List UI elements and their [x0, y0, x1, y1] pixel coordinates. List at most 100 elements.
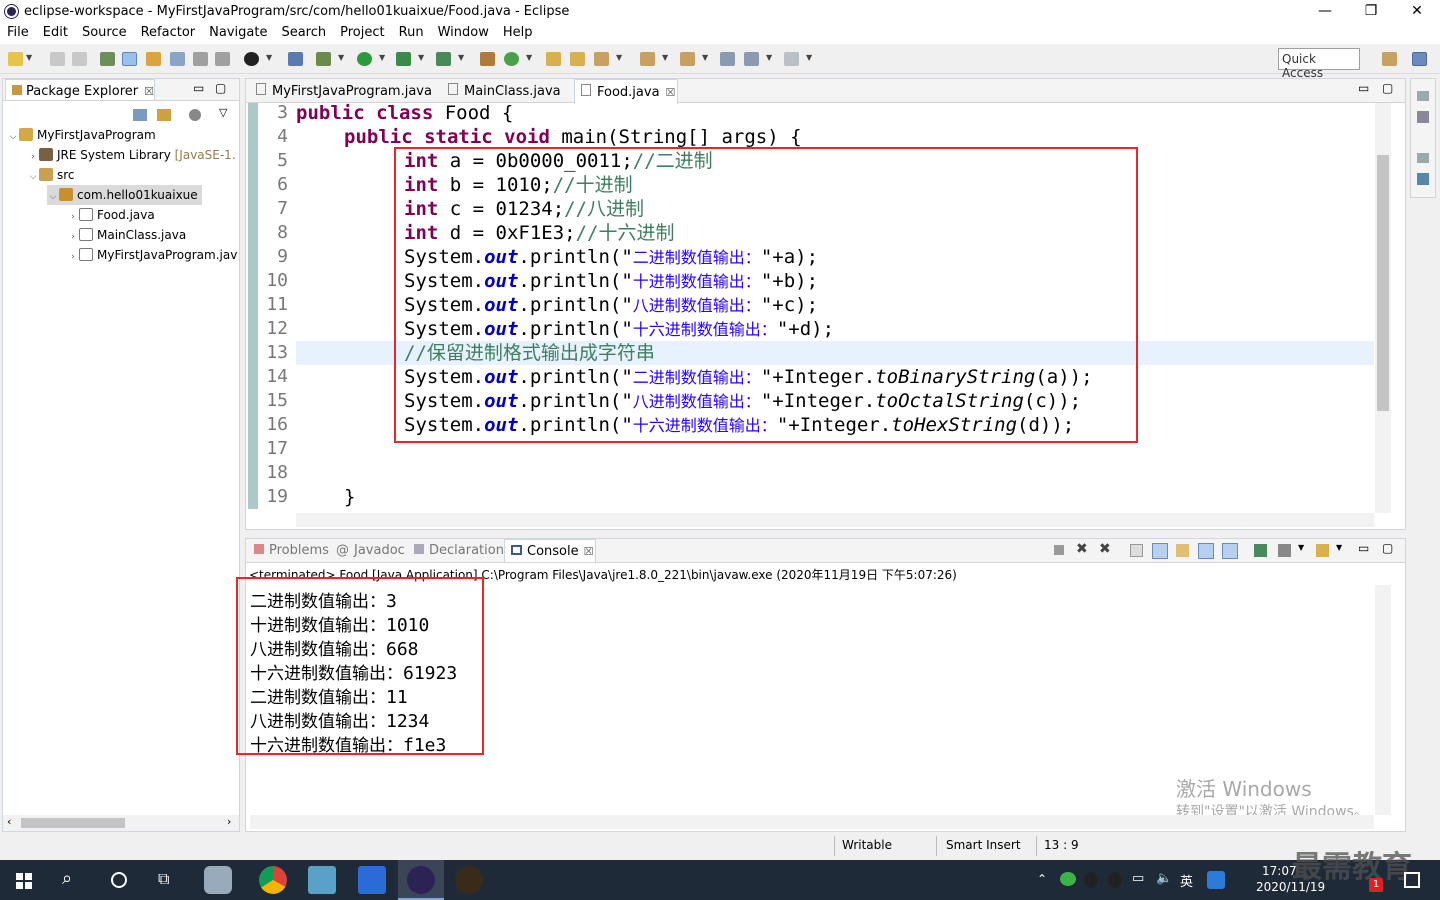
scroll-lock-icon[interactable]	[1152, 543, 1168, 559]
last-edit-icon[interactable]	[720, 52, 735, 66]
tree-item-src[interactable]: ⌵ src	[27, 165, 75, 185]
chevron-right-icon[interactable]: ›	[67, 227, 79, 247]
word-wrap-icon[interactable]	[1176, 544, 1189, 557]
open-perspective-icon[interactable]	[1382, 52, 1397, 66]
chevron-right-icon[interactable]: ›	[67, 207, 79, 227]
scrollbar-thumb[interactable]	[1377, 155, 1389, 411]
remove-launch-icon[interactable]: ✖	[1076, 541, 1088, 557]
chevron-down-icon[interactable]: ▼	[766, 53, 772, 62]
menu-source[interactable]: Source	[75, 24, 134, 40]
tab-console[interactable]: Console ☒	[504, 539, 596, 562]
chrome-icon[interactable]	[259, 866, 287, 894]
menu-window[interactable]: Window	[431, 24, 496, 40]
menu-project[interactable]: Project	[333, 24, 391, 40]
horizontal-scrollbar[interactable]	[250, 815, 1374, 829]
chevron-down-icon[interactable]: ▼	[418, 53, 424, 62]
task-view-icon[interactable]: ⧉	[158, 869, 169, 889]
next-annotation-icon[interactable]	[640, 52, 655, 66]
chevron-down-icon[interactable]: ▼	[1336, 543, 1342, 552]
open-folder-icon[interactable]	[570, 52, 585, 66]
chevron-down-icon[interactable]: ▼	[1298, 543, 1304, 552]
ime-icon[interactable]	[1207, 871, 1225, 889]
chevron-down-icon[interactable]: ▼	[662, 53, 668, 62]
horizontal-scrollbar[interactable]	[296, 513, 1374, 527]
menu-edit[interactable]: Edit	[36, 24, 75, 40]
app-icon[interactable]	[204, 866, 232, 894]
collapse-all-icon[interactable]	[133, 109, 147, 121]
restore-icon[interactable]	[1417, 91, 1429, 101]
menu-run[interactable]: Run	[392, 24, 431, 40]
maximize-view-icon[interactable]: ▢	[1382, 81, 1393, 95]
chevron-right-icon[interactable]: ›	[227, 815, 231, 828]
volume-icon[interactable]: 🔈	[1156, 871, 1172, 886]
back-icon[interactable]	[744, 52, 759, 66]
chevron-right-icon[interactable]: ›	[67, 247, 79, 267]
profile-icon[interactable]	[244, 52, 259, 66]
qq-icon[interactable]	[1084, 872, 1098, 888]
vertical-scrollbar[interactable]	[1375, 585, 1391, 815]
prev-annotation-icon[interactable]	[680, 52, 695, 66]
view-menu-icon[interactable]	[189, 109, 201, 121]
chevron-right-icon[interactable]: ›	[27, 147, 39, 167]
display-console-icon[interactable]	[1278, 544, 1291, 557]
close-icon[interactable]: ☒	[144, 85, 154, 98]
show-stderr-icon[interactable]	[1222, 543, 1238, 559]
chevron-down-icon[interactable]: ⌵	[27, 167, 39, 187]
new-class-icon[interactable]	[504, 52, 519, 66]
terminate-icon[interactable]	[1054, 545, 1064, 555]
menu-navigate[interactable]: Navigate	[202, 24, 274, 40]
minimize-view-icon[interactable]: ▭	[1358, 541, 1369, 555]
wps-icon[interactable]	[358, 866, 386, 894]
skip-breakpoints-icon[interactable]	[288, 52, 303, 66]
cortana-icon[interactable]	[111, 872, 127, 888]
chevron-down-icon[interactable]: ⌵	[47, 187, 59, 207]
menu-help[interactable]: Help	[496, 24, 540, 40]
pin-console-icon[interactable]	[1254, 544, 1267, 557]
chevron-down-icon[interactable]: ▼	[379, 53, 385, 62]
close-button[interactable]: ✕	[1394, 0, 1440, 24]
hierarchy-icon[interactable]	[1417, 173, 1429, 185]
chevron-down-icon[interactable]: ▼	[616, 53, 622, 62]
chevron-down-icon[interactable]: ▼	[266, 53, 272, 62]
open-console-icon[interactable]	[1316, 544, 1329, 557]
chevron-down-icon[interactable]: ▼	[806, 53, 812, 62]
tab-declaration[interactable]: Declaration	[408, 539, 510, 562]
close-icon[interactable]: ☒	[666, 86, 676, 99]
maximize-view-icon[interactable]: ▢	[1382, 541, 1393, 555]
tree-item-jre[interactable]: › JRE System Library [JavaSE-1.	[27, 145, 236, 165]
save-all-icon[interactable]	[72, 52, 87, 66]
task-icon[interactable]	[100, 52, 115, 66]
remove-all-icon[interactable]: ✖	[1099, 541, 1111, 557]
save-icon[interactable]	[50, 52, 65, 66]
vertical-scrollbar[interactable]	[1375, 103, 1391, 513]
search-icon[interactable]	[594, 52, 609, 66]
tab-javadoc[interactable]: @ Javadoc	[330, 539, 411, 562]
restore-icon[interactable]	[1417, 153, 1429, 163]
tree-item-mainclass[interactable]: › MainClass.java	[67, 225, 186, 245]
menu-search[interactable]: Search	[274, 24, 333, 40]
clear-console-icon[interactable]	[1130, 544, 1143, 557]
external-tools-icon[interactable]	[436, 52, 451, 66]
notepad-icon[interactable]	[308, 866, 336, 894]
chevron-down-icon[interactable]: ⌵	[7, 127, 19, 147]
maximize-button[interactable]: ❐	[1348, 0, 1394, 24]
maximize-view-icon[interactable]: ▢	[215, 81, 226, 95]
scrollbar-thumb[interactable]	[21, 818, 125, 828]
show-stdout-icon[interactable]	[1198, 543, 1214, 559]
app-icon[interactable]	[455, 866, 483, 894]
whitespace-icon[interactable]	[215, 52, 230, 66]
forward-icon[interactable]	[784, 52, 799, 66]
horizontal-scrollbar[interactable]: ‹ ›	[3, 815, 239, 831]
wechat-icon[interactable]	[1060, 872, 1076, 886]
minimize-view-icon[interactable]: ▭	[193, 81, 204, 95]
chevron-down-icon[interactable]: ▼	[26, 53, 32, 62]
taskbar-eclipse-button[interactable]	[398, 860, 444, 900]
menu-file[interactable]: File	[0, 24, 36, 40]
tree-item-food[interactable]: › Food.java	[67, 205, 155, 225]
chevron-up-icon[interactable]: ⌃	[1037, 872, 1047, 886]
chevron-down-icon[interactable]: ▼	[526, 53, 532, 62]
open-type-icon[interactable]	[546, 52, 561, 66]
menu-refactor[interactable]: Refactor	[134, 24, 203, 40]
close-icon[interactable]: ☒	[584, 545, 594, 558]
link-editor-icon[interactable]	[157, 109, 171, 121]
